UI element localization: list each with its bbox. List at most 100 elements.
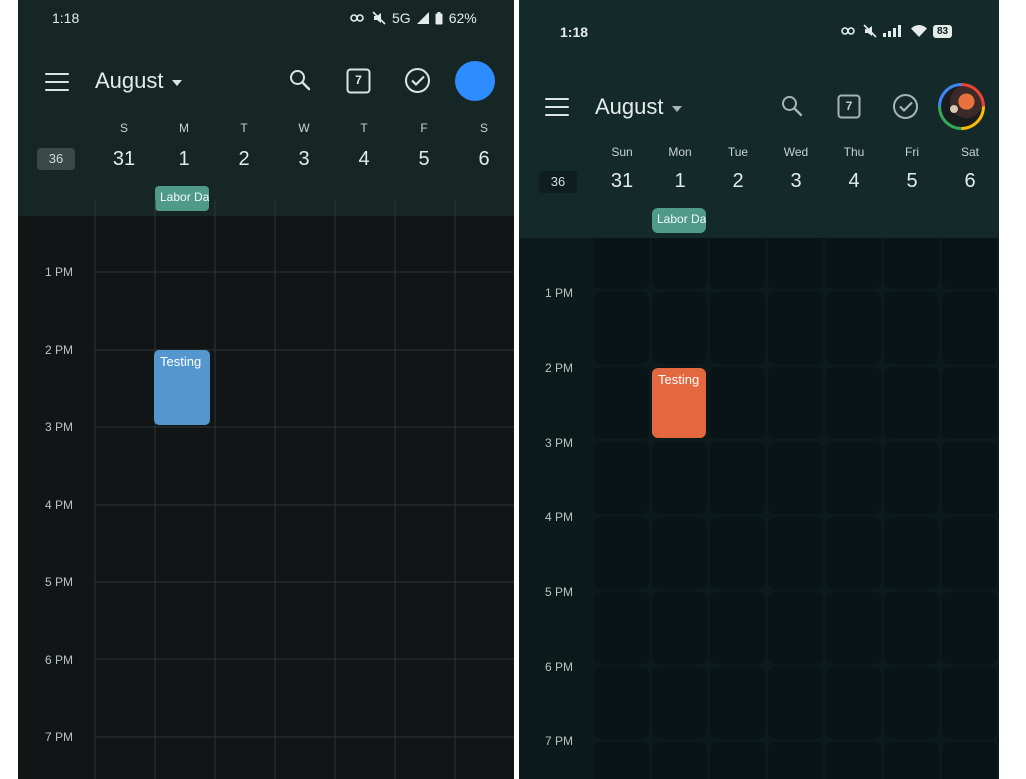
day-number[interactable]: 5	[395, 148, 453, 171]
grid-cell[interactable]	[594, 367, 649, 439]
day-number[interactable]: 6	[455, 148, 513, 171]
grid-cell[interactable]	[710, 592, 765, 664]
day-number[interactable]: 31	[594, 170, 650, 193]
week-number-badge: 36	[539, 171, 577, 193]
search-icon[interactable]	[288, 68, 312, 92]
grid-cell[interactable]	[652, 442, 707, 514]
grid-cell[interactable]	[942, 442, 997, 514]
grid-cell[interactable]	[768, 667, 823, 739]
grid-cell[interactable]	[826, 442, 881, 514]
day-number[interactable]: 3	[768, 170, 824, 193]
grid-cell[interactable]	[768, 517, 823, 589]
grid-cell[interactable]	[884, 742, 939, 779]
grid-cell[interactable]	[942, 517, 997, 589]
menu-icon[interactable]	[545, 98, 569, 116]
day-number[interactable]: 4	[335, 148, 393, 171]
day-number[interactable]: 1	[652, 170, 708, 193]
grid-cell[interactable]	[652, 238, 707, 289]
grid-cell[interactable]	[594, 442, 649, 514]
today-calendar-icon[interactable]: 7	[837, 94, 861, 119]
grid-cell[interactable]	[710, 367, 765, 439]
hour-label: 1 PM	[44, 265, 73, 279]
account-avatar[interactable]	[938, 83, 985, 130]
grid-cell[interactable]	[884, 442, 939, 514]
grid-cell[interactable]	[884, 292, 939, 364]
wifi-icon	[911, 25, 927, 37]
battery-icon: 83	[933, 24, 953, 38]
grid-cell[interactable]	[652, 517, 707, 589]
tasks-check-icon[interactable]	[892, 93, 919, 120]
day-number[interactable]: 4	[826, 170, 882, 193]
grid-cell[interactable]	[594, 292, 649, 364]
day-name: Mon	[668, 145, 692, 159]
mute-icon	[372, 11, 386, 25]
grid-cell[interactable]	[710, 667, 765, 739]
grid-cell[interactable]	[768, 238, 823, 289]
grid-cell[interactable]	[942, 592, 997, 664]
day-number[interactable]: 1	[155, 148, 213, 171]
day-number[interactable]: 6	[942, 170, 998, 193]
grid-cell[interactable]	[826, 367, 881, 439]
grid-cell[interactable]	[768, 367, 823, 439]
grid-cell[interactable]	[768, 592, 823, 664]
month-label: August	[95, 68, 164, 93]
grid-cell[interactable]	[884, 667, 939, 739]
grid-cell[interactable]	[826, 517, 881, 589]
tasks-check-icon[interactable]	[404, 67, 431, 94]
status-bar: 1:18 83	[519, 0, 999, 40]
grid-cell[interactable]	[652, 292, 707, 364]
hour-label: 5 PM	[44, 575, 73, 589]
grid-cell[interactable]	[710, 292, 765, 364]
search-icon[interactable]	[780, 94, 804, 118]
grid-cell[interactable]	[594, 667, 649, 739]
grid-cell[interactable]	[884, 238, 939, 289]
day-number[interactable]: 2	[710, 170, 766, 193]
grid-cell[interactable]	[710, 517, 765, 589]
grid-cell[interactable]	[768, 292, 823, 364]
grid-cell[interactable]	[884, 592, 939, 664]
day-number[interactable]: 2	[215, 148, 273, 171]
grid-cell[interactable]	[768, 442, 823, 514]
grid-cell[interactable]	[942, 238, 997, 289]
grid-cell[interactable]	[652, 592, 707, 664]
event-testing[interactable]: Testing	[652, 368, 706, 438]
grid-cell[interactable]	[826, 238, 881, 289]
grid-cell[interactable]	[594, 517, 649, 589]
month-selector[interactable]: August	[95, 68, 182, 94]
grid-cell[interactable]	[942, 667, 997, 739]
hour-label: 1 PM	[544, 286, 573, 300]
grid-cell[interactable]	[826, 592, 881, 664]
menu-icon[interactable]	[45, 73, 69, 91]
today-calendar-icon[interactable]: 7	[346, 68, 371, 94]
grid-cell[interactable]	[942, 367, 997, 439]
key-icon	[841, 27, 855, 35]
status-bar: 1:18 5G 62%	[18, 0, 514, 34]
month-selector[interactable]: August	[595, 94, 682, 120]
dropdown-caret-icon	[671, 105, 682, 112]
grid-cell[interactable]	[710, 442, 765, 514]
grid-cell[interactable]	[826, 667, 881, 739]
day-number[interactable]: 3	[275, 148, 333, 171]
account-avatar[interactable]	[455, 61, 495, 101]
grid-cell[interactable]	[826, 292, 881, 364]
grid-cell[interactable]	[942, 742, 997, 779]
day-number[interactable]: 5	[884, 170, 940, 193]
grid-cell[interactable]	[884, 367, 939, 439]
grid-cell[interactable]	[710, 238, 765, 289]
grid-cell[interactable]	[710, 742, 765, 779]
grid-cell[interactable]	[652, 742, 707, 779]
grid-cell[interactable]	[594, 742, 649, 779]
hour-label: 2 PM	[44, 343, 73, 357]
day-number[interactable]: 31	[95, 148, 153, 171]
grid-cell[interactable]	[826, 742, 881, 779]
allday-event-chip[interactable]: Labor Da	[652, 208, 706, 233]
grid-cell[interactable]	[768, 742, 823, 779]
day-name: T	[360, 121, 368, 135]
grid-cell[interactable]	[594, 592, 649, 664]
event-testing[interactable]: Testing	[154, 350, 210, 425]
grid-cell[interactable]	[594, 238, 649, 289]
grid-cell[interactable]	[942, 292, 997, 364]
hour-label: 3 PM	[44, 420, 73, 434]
grid-cell[interactable]	[652, 667, 707, 739]
grid-cell[interactable]	[884, 517, 939, 589]
